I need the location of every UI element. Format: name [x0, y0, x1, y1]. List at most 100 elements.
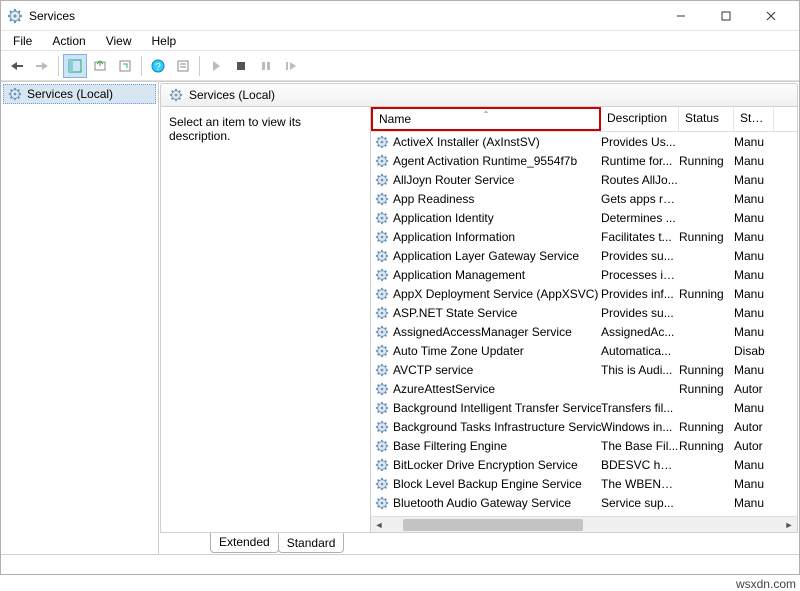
service-name-cell: Application Identity — [371, 211, 601, 225]
tree-root-services[interactable]: Services (Local) — [3, 84, 156, 104]
export-button[interactable] — [88, 54, 112, 78]
service-row[interactable]: Auto Time Zone UpdaterAutomatica...Disab — [371, 341, 797, 360]
menu-help[interactable]: Help — [144, 32, 185, 50]
window-buttons — [658, 2, 793, 30]
gear-icon — [375, 382, 389, 396]
menu-view[interactable]: View — [98, 32, 140, 50]
gear-icon — [375, 268, 389, 282]
service-row[interactable]: BitLocker Drive Encryption ServiceBDESVC… — [371, 455, 797, 474]
service-status: Running — [679, 439, 734, 453]
gear-icon — [375, 325, 389, 339]
menu-action[interactable]: Action — [44, 32, 93, 50]
service-row[interactable]: ASP.NET State ServiceProvides su...Manu — [371, 303, 797, 322]
panel-heading-label: Services (Local) — [189, 88, 275, 102]
show-tree-button[interactable] — [63, 54, 87, 78]
stop-button[interactable] — [229, 54, 253, 78]
service-row[interactable]: AssignedAccessManager ServiceAssignedAc.… — [371, 322, 797, 341]
gear-icon — [169, 88, 183, 102]
service-row[interactable]: Application InformationFacilitates t...R… — [371, 227, 797, 246]
service-name: AssignedAccessManager Service — [393, 325, 572, 339]
column-description[interactable]: Description — [601, 107, 679, 131]
service-desc: Runtime for... — [601, 154, 679, 168]
menu-file[interactable]: File — [5, 32, 40, 50]
service-desc: Service sup... — [601, 496, 679, 510]
service-name: Background Tasks Infrastructure Service — [393, 420, 601, 434]
scroll-right-icon[interactable]: ► — [781, 517, 797, 533]
service-status: Running — [679, 230, 734, 244]
service-desc: Determines ... — [601, 211, 679, 225]
service-name: AzureAttestService — [393, 382, 495, 396]
gear-icon — [375, 344, 389, 358]
service-name-cell: Application Information — [371, 230, 601, 244]
column-startup[interactable]: Startu — [734, 107, 774, 131]
column-status[interactable]: Status — [679, 107, 734, 131]
service-desc: Provides su... — [601, 306, 679, 320]
service-row[interactable]: Application IdentityDetermines ...Manu — [371, 208, 797, 227]
service-row[interactable]: AVCTP service This is Audi...RunningManu — [371, 360, 797, 379]
toolbar: ? — [1, 51, 799, 81]
gear-icon — [375, 154, 389, 168]
service-status: Running — [679, 363, 734, 377]
close-button[interactable] — [748, 2, 793, 30]
restart-button[interactable] — [279, 54, 303, 78]
maximize-button[interactable] — [703, 2, 748, 30]
gear-icon — [375, 249, 389, 263]
service-row[interactable]: AzureAttestServiceRunningAutor — [371, 379, 797, 398]
service-name: Base Filtering Engine — [393, 439, 507, 453]
service-name-cell: BitLocker Drive Encryption Service — [371, 458, 601, 472]
list-body[interactable]: ActiveX Installer (AxInstSV) Provides Us.… — [371, 132, 797, 516]
scroll-thumb[interactable] — [403, 519, 583, 531]
service-row[interactable]: Application Layer Gateway ServiceProvide… — [371, 246, 797, 265]
service-desc: Windows in... — [601, 420, 679, 434]
scroll-left-icon[interactable]: ◄ — [371, 517, 387, 533]
tab-standard[interactable]: Standard — [278, 533, 345, 553]
service-row[interactable]: AppX Deployment Service (AppXSVC)Provide… — [371, 284, 797, 303]
service-name-cell: Auto Time Zone Updater — [371, 344, 601, 358]
refresh-button[interactable] — [113, 54, 137, 78]
service-row[interactable]: Block Level Backup Engine ServiceThe WBE… — [371, 474, 797, 493]
minimize-button[interactable] — [658, 2, 703, 30]
horizontal-scrollbar[interactable]: ◄ ► — [371, 516, 797, 532]
service-name: Background Intelligent Transfer Service — [393, 401, 601, 415]
gear-icon — [8, 87, 22, 101]
list-header: Name ⌃ Description Status Startu — [371, 107, 797, 132]
service-name: ActiveX Installer (AxInstSV) — [393, 135, 540, 149]
service-name: AVCTP service — [393, 363, 473, 377]
service-row[interactable]: Bluetooth Audio Gateway Service Service s… — [371, 493, 797, 512]
service-status: Running — [679, 420, 734, 434]
service-row[interactable]: AllJoyn Router ServiceRoutes AllJo...Man… — [371, 170, 797, 189]
help-button[interactable]: ? — [146, 54, 170, 78]
service-row[interactable]: Background Intelligent Transfer ServiceT… — [371, 398, 797, 417]
service-row[interactable]: Base Filtering EngineThe Base Fil...Runn… — [371, 436, 797, 455]
properties-button[interactable] — [171, 54, 195, 78]
service-row[interactable]: Application ManagementProcesses in...Man… — [371, 265, 797, 284]
nav-back-button[interactable] — [5, 54, 29, 78]
window-title: Services — [29, 9, 658, 23]
nav-forward-button[interactable] — [30, 54, 54, 78]
tab-extended[interactable]: Extended — [210, 533, 279, 553]
service-name-cell: Background Intelligent Transfer Service — [371, 401, 601, 415]
start-button[interactable] — [204, 54, 228, 78]
service-desc: Facilitates t... — [601, 230, 679, 244]
service-desc: Processes in... — [601, 268, 679, 282]
service-name: Block Level Backup Engine Service — [393, 477, 582, 491]
service-startup: Manu — [734, 363, 774, 377]
service-desc: Provides Us... — [601, 135, 679, 149]
column-name[interactable]: Name ⌃ — [371, 107, 601, 131]
service-row[interactable]: Background Tasks Infrastructure ServiceW… — [371, 417, 797, 436]
service-desc: Gets apps re... — [601, 192, 679, 206]
statusbar — [1, 554, 799, 574]
service-row[interactable]: Agent Activation Runtime_9554f7bRuntime … — [371, 151, 797, 170]
service-name: Bluetooth Audio Gateway Service — [393, 496, 571, 510]
description-pane: Select an item to view its description. — [161, 107, 371, 532]
service-row[interactable]: ActiveX Installer (AxInstSV) Provides Us.… — [371, 132, 797, 151]
service-startup: Manu — [734, 477, 774, 491]
toolbar-sep — [58, 56, 59, 76]
panel-heading: Services (Local) — [160, 83, 798, 107]
service-desc: This is Audi... — [601, 363, 679, 377]
service-name: Auto Time Zone Updater — [393, 344, 524, 358]
body: Services (Local) Services (Local) Select… — [1, 81, 799, 554]
service-name-cell: Base Filtering Engine — [371, 439, 601, 453]
pause-button[interactable] — [254, 54, 278, 78]
service-row[interactable]: App ReadinessGets apps re...Manu — [371, 189, 797, 208]
